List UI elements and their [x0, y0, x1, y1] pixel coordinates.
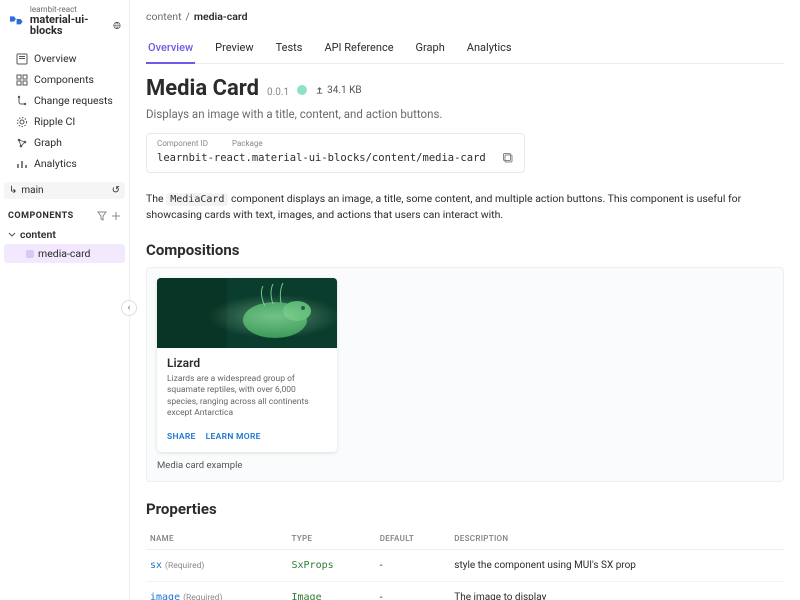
composition-caption: Media card example — [157, 460, 773, 471]
tab-overview[interactable]: Overview — [146, 35, 195, 64]
package-box: Component ID Package learnbit-react.mate… — [146, 133, 525, 173]
col-type: TYPE — [288, 528, 376, 550]
components-icon — [16, 74, 28, 86]
section-properties: Properties — [146, 500, 784, 518]
project-name: material-ui-blocks — [30, 14, 110, 36]
branch-action-icon[interactable]: ↺ — [112, 185, 120, 196]
chevron-down-icon — [8, 231, 16, 239]
analytics-icon — [16, 158, 28, 170]
globe-icon — [113, 21, 121, 30]
copy-icon[interactable] — [502, 152, 514, 164]
table-row: sx(Required) SxProps - style the compone… — [146, 549, 784, 581]
col-default: DEFAULT — [376, 528, 451, 550]
add-icon[interactable] — [111, 211, 121, 221]
tab-api-reference[interactable]: API Reference — [322, 35, 395, 63]
graph-icon — [16, 137, 28, 149]
version-badge: 0.0.1 — [267, 87, 289, 98]
main-content: content / media-card Overview Preview Te… — [130, 0, 800, 600]
nav-graph[interactable]: Graph — [0, 132, 129, 153]
compositions-panel: Lizard Lizards are a widespread group of… — [146, 267, 784, 482]
ripple-icon — [16, 116, 28, 128]
learn-more-button[interactable]: LEARN MORE — [206, 432, 261, 442]
nav-components[interactable]: Components — [0, 69, 129, 90]
nav-overview[interactable]: Overview — [0, 48, 129, 69]
page-desc: Displays an image with a title, content,… — [146, 107, 784, 121]
props-table: NAME TYPE DEFAULT DESCRIPTION sx(Require… — [146, 528, 784, 600]
bundle-size: 34.1 KB — [315, 85, 361, 96]
col-name: NAME — [146, 528, 288, 550]
table-row: image(Required) Image - The image to dis… — [146, 581, 784, 600]
overview-icon — [16, 53, 28, 65]
tab-tests[interactable]: Tests — [274, 35, 305, 63]
tree-folder-content[interactable]: content — [4, 225, 125, 244]
sidebar-nav: Overview Components Change requests Ripp… — [0, 40, 129, 178]
pkg-label-package: Package — [232, 139, 263, 148]
filter-icon[interactable] — [97, 211, 107, 221]
sidebar-collapse-button[interactable]: ‹ — [121, 300, 137, 316]
page-title: Media Card — [146, 76, 259, 101]
changes-icon — [16, 95, 28, 107]
branch-icon: ↳ — [9, 185, 17, 196]
col-desc: DESCRIPTION — [450, 528, 784, 550]
component-tree: content media-card — [0, 225, 129, 263]
nav-analytics[interactable]: Analytics — [0, 153, 129, 174]
tab-preview[interactable]: Preview — [213, 35, 255, 63]
tree-item-media-card[interactable]: media-card — [4, 244, 125, 263]
card-text: Lizards are a widespread group of squama… — [167, 374, 327, 420]
nav-change-requests[interactable]: Change requests — [0, 90, 129, 111]
breadcrumb: content / media-card — [146, 10, 784, 23]
sidebar: learnbit-react material-ui-blocks Overvi… — [0, 0, 130, 600]
tab-analytics[interactable]: Analytics — [465, 35, 514, 63]
tab-graph[interactable]: Graph — [414, 35, 447, 63]
card-image — [157, 278, 337, 348]
branch-name: main — [21, 185, 43, 196]
card-title: Lizard — [167, 356, 327, 370]
breadcrumb-current: media-card — [194, 10, 248, 23]
section-compositions: Compositions — [146, 241, 784, 259]
pkg-label-component-id: Component ID — [157, 139, 208, 148]
status-dot — [297, 85, 307, 95]
branch-selector[interactable]: ↳ main ↺ — [4, 182, 125, 199]
code-token: MediaCard — [166, 193, 228, 206]
size-icon — [315, 86, 324, 95]
nav-ripple-ci[interactable]: Ripple CI — [0, 111, 129, 132]
intro-text: The MediaCard component displays an imag… — [146, 191, 784, 223]
components-section-head: COMPONENTS — [0, 199, 129, 225]
share-button[interactable]: SHARE — [167, 432, 196, 442]
bit-logo — [8, 14, 24, 28]
media-card-preview: Lizard Lizards are a widespread group of… — [157, 278, 337, 452]
component-dot-icon — [26, 250, 34, 258]
component-id: learnbit-react.material-ui-blocks/conten… — [157, 152, 486, 164]
breadcrumb-folder[interactable]: content — [146, 10, 182, 23]
project-header[interactable]: learnbit-react material-ui-blocks — [0, 0, 129, 40]
lizard-image — [157, 278, 337, 348]
tabs: Overview Preview Tests API Reference Gra… — [146, 35, 784, 64]
